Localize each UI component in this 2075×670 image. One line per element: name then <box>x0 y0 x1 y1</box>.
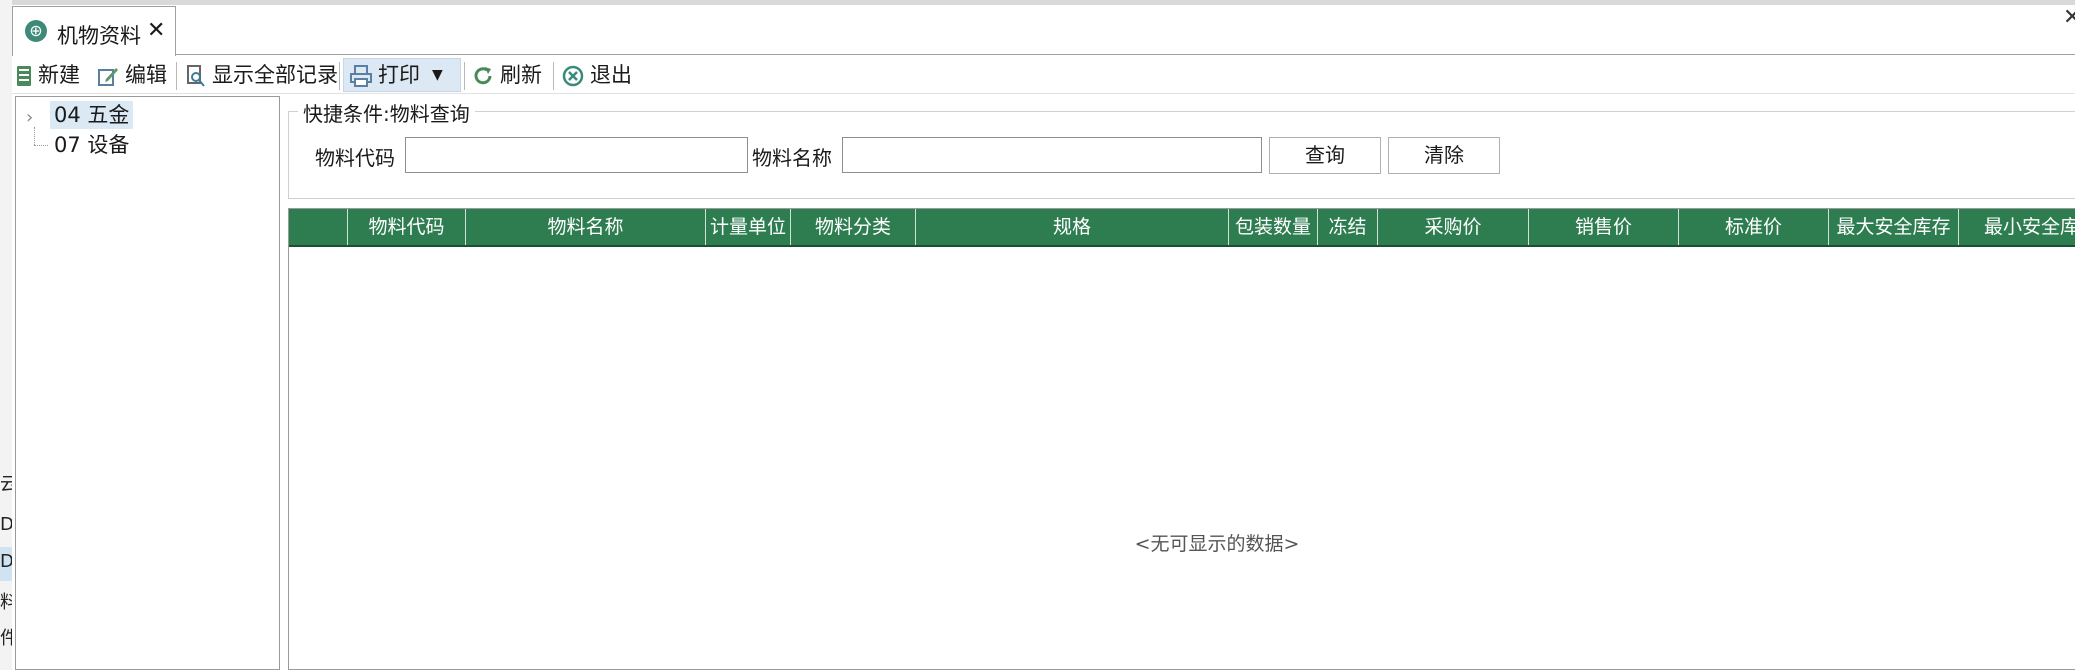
new-label: 新建 <box>38 63 80 87</box>
material-window: ⊕ 机物资料 ✕ ✕ 新建 编辑 显示全部记录 打印 ▼ 刷新 退出 › 04 … <box>12 0 2075 670</box>
background-glyph: 件 <box>0 624 12 650</box>
globe-icon: ⊕ <box>25 20 47 42</box>
column-header-unit[interactable]: 计量单位 <box>706 209 791 245</box>
tree-connector <box>34 127 36 145</box>
search-document-icon <box>187 65 205 87</box>
edit-button[interactable]: 编辑 <box>97 58 167 92</box>
column-header-standard-price[interactable]: 标准价 <box>1679 209 1829 245</box>
tree-item-04[interactable]: 04 五金 <box>50 101 134 129</box>
show-all-label: 显示全部记录 <box>212 63 338 87</box>
tab-close-icon[interactable]: ✕ <box>147 18 165 43</box>
column-header-material-code[interactable]: 物料代码 <box>348 209 466 245</box>
toolbar-separator <box>176 62 177 90</box>
exit-label: 退出 <box>590 63 632 87</box>
edit-icon <box>98 68 118 86</box>
toolbar-separator <box>464 62 465 90</box>
grid-header: 物料代码 物料名称 计量单位 物料分类 规格 包装数量 冻结 采购价 销售价 标… <box>289 209 2075 247</box>
expand-chevron-icon[interactable]: › <box>26 107 33 128</box>
background-glyph: D <box>0 514 12 535</box>
print-button[interactable]: 打印 <box>350 58 420 92</box>
quick-search-legend: 快捷条件:物料查询 <box>298 98 475 127</box>
refresh-label: 刷新 <box>500 63 542 87</box>
window-close-icon[interactable]: ✕ <box>2063 5 2075 30</box>
refresh-button[interactable]: 刷新 <box>472 58 542 92</box>
material-grid: 物料代码 物料名称 计量单位 物料分类 规格 包装数量 冻结 采购价 销售价 标… <box>288 208 2075 670</box>
window-top-border <box>12 0 2075 5</box>
exit-button[interactable]: 退出 <box>562 58 632 92</box>
material-code-label: 物料代码 <box>315 146 395 170</box>
column-header-min-safety-stock[interactable]: 最小安全库 <box>1959 209 2075 245</box>
material-name-label: 物料名称 <box>752 146 832 170</box>
clear-button[interactable]: 清除 <box>1388 137 1500 174</box>
toolbar-separator <box>553 62 554 90</box>
exit-circle-icon <box>562 65 584 87</box>
show-all-records-button[interactable]: 显示全部记录 <box>186 58 338 92</box>
column-header-purchase-price[interactable]: 采购价 <box>1378 209 1529 245</box>
column-header-package-qty[interactable]: 包装数量 <box>1229 209 1318 245</box>
tab-strip-border <box>176 54 2075 55</box>
toolbar-border <box>12 93 2075 94</box>
empty-grid-message: <无可显示的数据> <box>1134 533 1300 555</box>
column-header-indicator[interactable] <box>289 209 348 245</box>
toolbar: 新建 编辑 显示全部记录 打印 ▼ 刷新 退出 <box>12 58 2075 92</box>
new-button[interactable]: 新建 <box>16 58 80 92</box>
tab-title: 机物资料 <box>57 24 141 48</box>
tree-connector <box>34 145 48 147</box>
material-name-input[interactable] <box>842 137 1262 173</box>
column-header-material-name[interactable]: 物料名称 <box>466 209 706 245</box>
query-button[interactable]: 查询 <box>1269 137 1381 174</box>
new-document-icon <box>17 66 31 86</box>
print-dropdown-chevron-icon[interactable]: ▼ <box>432 58 443 92</box>
tree-item-07[interactable]: 07 设备 <box>54 131 129 159</box>
column-header-category[interactable]: 物料分类 <box>791 209 916 245</box>
tab-material-data[interactable]: ⊕ 机物资料 ✕ <box>12 6 176 56</box>
column-header-spec[interactable]: 规格 <box>916 209 1229 245</box>
column-header-max-safety-stock[interactable]: 最大安全库存 <box>1829 209 1959 245</box>
background-glyph: 云 <box>0 470 12 496</box>
refresh-icon <box>474 67 492 85</box>
column-header-sales-price[interactable]: 销售价 <box>1529 209 1679 245</box>
print-label: 打印 <box>378 63 420 87</box>
edit-label: 编辑 <box>125 63 167 87</box>
background-glyph: 料 <box>0 588 12 614</box>
printer-icon <box>350 65 372 87</box>
category-tree: › 04 五金 07 设备 <box>15 96 280 670</box>
material-code-input[interactable] <box>405 137 748 173</box>
toolbar-separator <box>339 62 340 90</box>
column-header-frozen[interactable]: 冻结 <box>1318 209 1378 245</box>
background-glyph: D <box>0 551 12 572</box>
